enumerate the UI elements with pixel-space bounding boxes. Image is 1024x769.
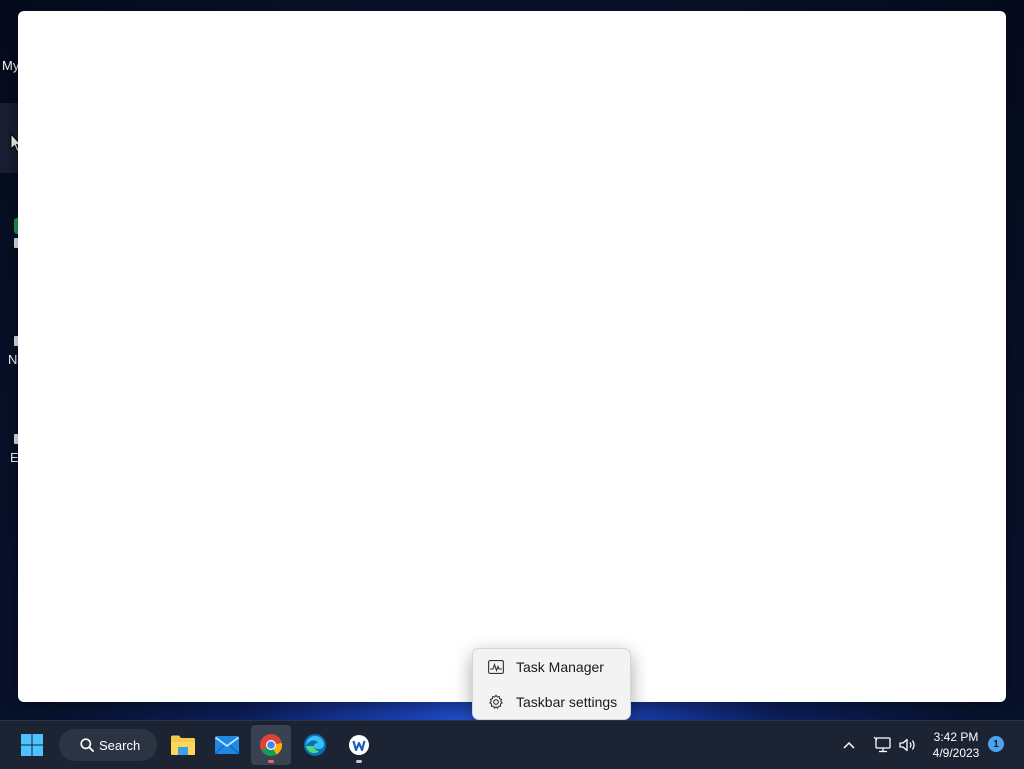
taskbar-app-generic[interactable]	[339, 725, 379, 765]
taskbar-search[interactable]: Search	[59, 729, 157, 761]
clock-time: 3:42 PM	[933, 730, 979, 744]
menu-item-taskbar-settings[interactable]: Taskbar settings	[477, 687, 626, 717]
running-indicator	[356, 760, 362, 763]
mail-icon	[214, 736, 240, 755]
file-explorer-icon	[171, 735, 195, 755]
network-button[interactable]	[873, 721, 893, 769]
search-label: Search	[99, 737, 141, 753]
volume-button[interactable]	[898, 721, 918, 769]
taskbar-app-file-explorer[interactable]	[163, 725, 203, 765]
taskbar-context-menu: Task Manager Taskbar settings	[472, 648, 631, 720]
search-icon	[80, 738, 94, 752]
windows-logo-icon	[21, 734, 43, 756]
menu-item-label: Task Manager	[516, 659, 604, 675]
clock-date: 4/9/2023	[932, 746, 980, 760]
taskbar: Search 3:42 PM 4/9/2023	[0, 720, 1024, 769]
chevron-up-icon	[843, 741, 855, 749]
chrome-icon	[260, 734, 283, 756]
blank-app-window[interactable]	[18, 11, 1006, 702]
menu-item-label: Taskbar settings	[516, 694, 618, 710]
system-clock[interactable]: 3:42 PM 4/9/2023	[926, 729, 986, 761]
tray-overflow-button[interactable]	[842, 721, 856, 769]
taskbar-app-chrome[interactable]	[251, 725, 291, 765]
notification-badge[interactable]: 1	[988, 736, 1004, 752]
menu-item-task-manager[interactable]: Task Manager	[477, 652, 626, 682]
desktop-icon-label-my[interactable]: My	[2, 58, 19, 73]
volume-icon	[899, 738, 915, 752]
desktop-icon-label-n[interactable]: N	[8, 352, 17, 367]
gear-icon	[487, 693, 505, 711]
app-icon	[349, 735, 369, 755]
start-button[interactable]	[12, 725, 52, 765]
taskbar-app-edge[interactable]	[295, 725, 335, 765]
taskbar-app-mail[interactable]	[207, 725, 247, 765]
active-indicator	[268, 760, 274, 763]
edge-icon	[304, 734, 326, 756]
task-manager-icon	[487, 658, 505, 676]
network-icon	[873, 736, 891, 753]
